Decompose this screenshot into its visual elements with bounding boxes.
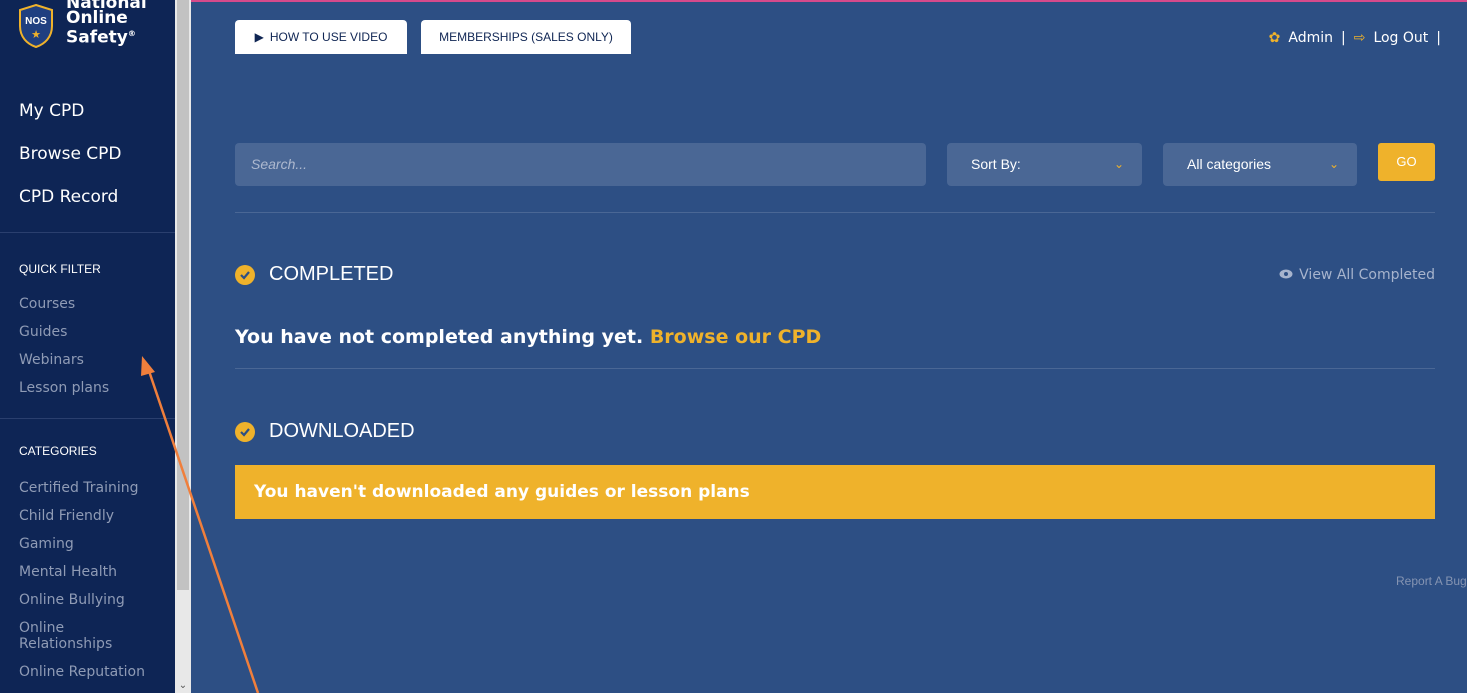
logo-wordmark: National Online Safety®: [66, 0, 147, 48]
divider: [235, 212, 1435, 213]
sidebar-divider: [0, 418, 175, 419]
filter-lesson-plans[interactable]: Lesson plans: [19, 380, 109, 396]
search-input[interactable]: Search...: [235, 143, 926, 186]
svg-text:★: ★: [31, 29, 41, 41]
category-gaming[interactable]: Gaming: [19, 536, 145, 552]
sidebar-scrollbar-thumb[interactable]: [177, 0, 189, 590]
filter-guides[interactable]: Guides: [19, 324, 109, 340]
category-online-reputation[interactable]: Online Reputation: [19, 664, 145, 680]
check-circle-icon: [235, 421, 255, 442]
sort-by-select[interactable]: Sort By: ⌄: [947, 143, 1142, 186]
browse-cpd-link[interactable]: Browse our CPD: [650, 326, 821, 348]
logout-link[interactable]: Log Out: [1373, 30, 1428, 46]
downloaded-heading: DOWNLOADED: [235, 420, 415, 443]
logo[interactable]: NOS ★ National Online Safety®: [16, 0, 175, 56]
menu-separator: |: [1340, 30, 1346, 46]
main-nav: My CPD Browse CPD CPD Record: [19, 100, 122, 229]
menu-separator: |: [1436, 30, 1441, 46]
sidebar: NOS ★ National Online Safety® My CPD Bro…: [0, 0, 175, 693]
gear-icon: ✿: [1268, 30, 1281, 46]
category-mental-health[interactable]: Mental Health: [19, 564, 145, 580]
quick-filter-list: Courses Guides Webinars Lesson plans: [19, 296, 109, 408]
category-certified-training[interactable]: Certified Training: [19, 480, 145, 496]
check-circle-icon: [235, 264, 255, 285]
filter-webinars[interactable]: Webinars: [19, 352, 109, 368]
category-online-relationships[interactable]: Online Relationships: [19, 620, 129, 652]
top-accent-line: [175, 0, 1467, 2]
downloaded-empty-banner: You haven't downloaded any guides or les…: [235, 465, 1435, 519]
category-online-bullying[interactable]: Online Bullying: [19, 592, 145, 608]
eye-icon: [1279, 267, 1293, 283]
logout-icon: ⇨: [1353, 30, 1366, 46]
go-button[interactable]: GO: [1378, 143, 1435, 181]
report-bug-link[interactable]: Report A Bug: [1396, 574, 1467, 588]
play-icon: ▶: [254, 30, 264, 44]
nav-browse-cpd[interactable]: Browse CPD: [19, 143, 122, 186]
user-menu: ✿ Admin | ⇨ Log Out |: [1269, 30, 1441, 46]
sidebar-divider: [0, 232, 175, 233]
chevron-down-icon: ⌄: [1113, 157, 1124, 171]
shield-logo-icon: NOS ★: [19, 4, 53, 48]
quick-filter-title: QUICK FILTER: [19, 262, 101, 276]
nav-cpd-record[interactable]: CPD Record: [19, 186, 122, 229]
svg-text:NOS: NOS: [25, 16, 47, 27]
completed-heading: COMPLETED: [235, 263, 393, 286]
view-all-completed-link[interactable]: View All Completed: [1279, 267, 1435, 283]
admin-link[interactable]: Admin: [1288, 30, 1333, 46]
nav-my-cpd[interactable]: My CPD: [19, 100, 122, 143]
chevron-down-icon: ⌄: [1328, 157, 1339, 171]
filter-courses[interactable]: Courses: [19, 296, 109, 312]
scroll-down-icon[interactable]: ⌄: [177, 680, 189, 692]
category-select[interactable]: All categories ⌄: [1163, 143, 1357, 186]
categories-title: CATEGORIES: [19, 444, 97, 458]
completed-empty-message: You have not completed anything yet. Bro…: [235, 326, 822, 348]
how-to-use-video-button[interactable]: ▶ HOW TO USE VIDEO: [235, 20, 407, 54]
memberships-button[interactable]: MEMBERSHIPS (SALES ONLY): [421, 20, 631, 54]
category-child-friendly[interactable]: Child Friendly: [19, 508, 145, 524]
divider: [235, 368, 1435, 369]
categories-list: Certified Training Child Friendly Gaming…: [19, 480, 145, 692]
